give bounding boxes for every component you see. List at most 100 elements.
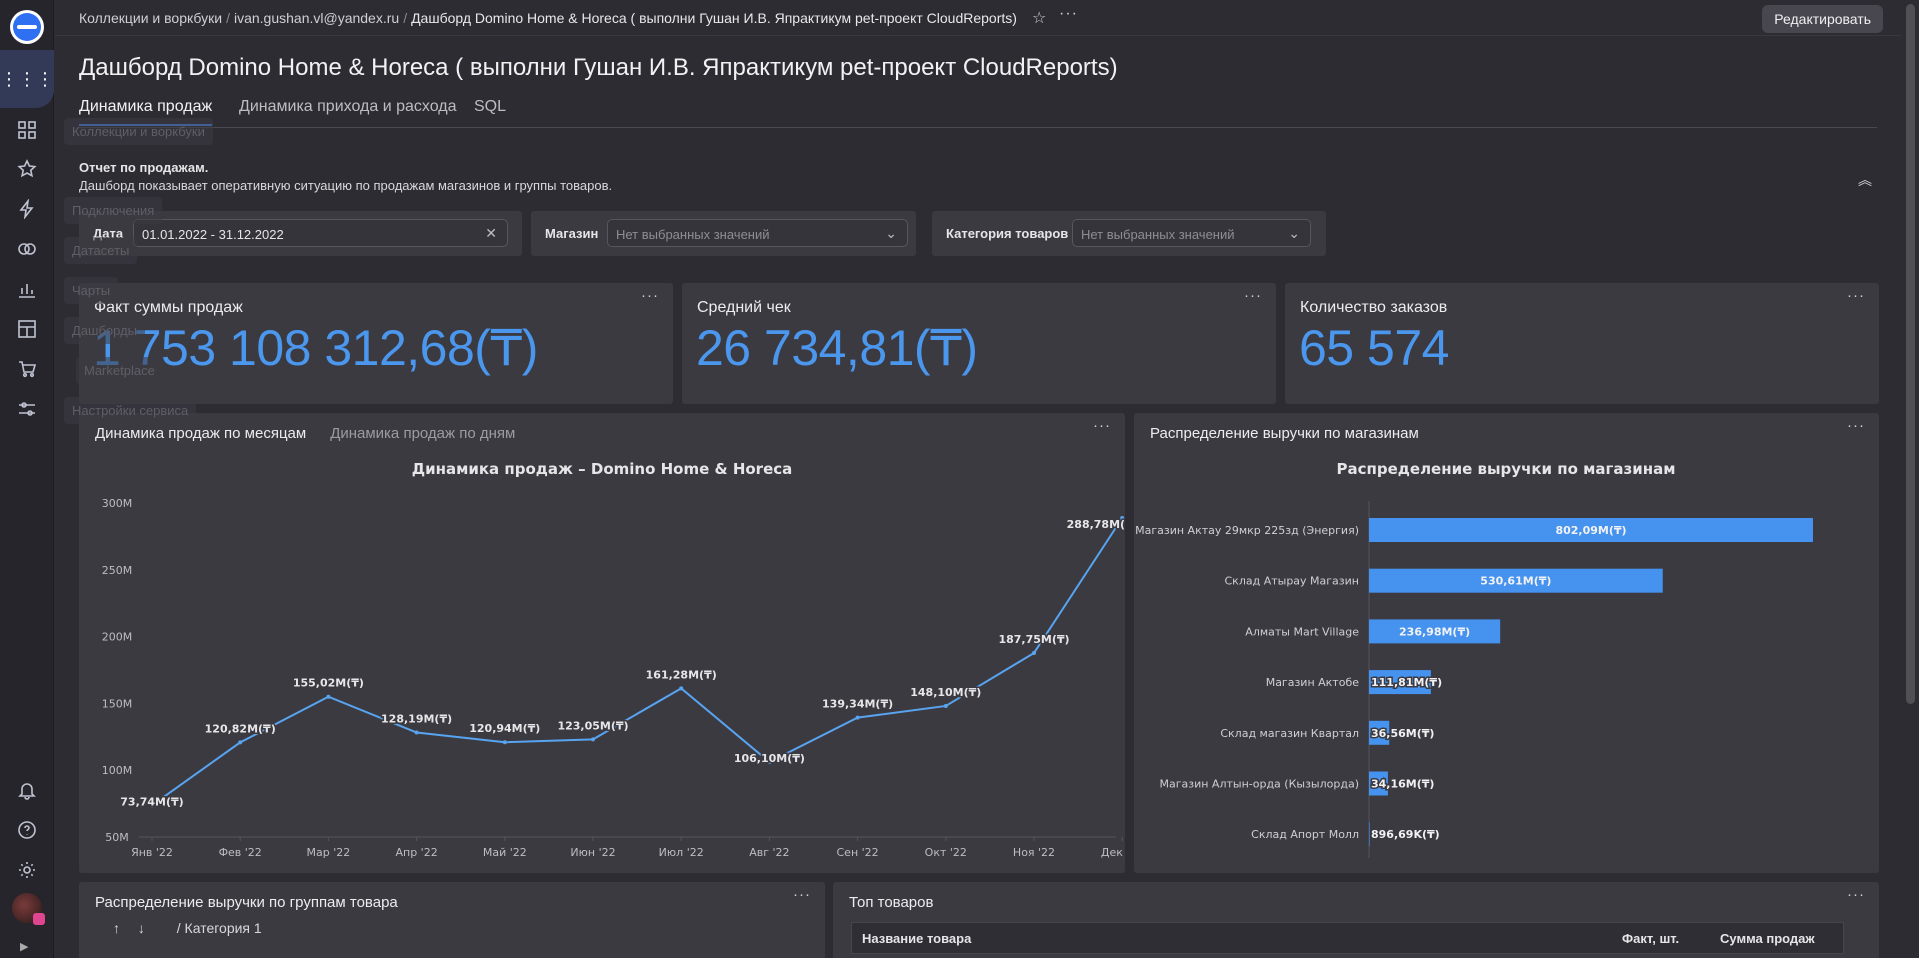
datalens-logo-icon[interactable] <box>10 10 44 44</box>
kpi-card-average-check: ··· Средний чек 26 734,81(₸) <box>682 283 1276 404</box>
top-bar: Коллекции и воркбуки/ivan.gushan.vl@yand… <box>55 0 1901 36</box>
kpi-card-sales-sum: ··· Факт суммы продаж 1 753 108 312,68(₸… <box>79 283 673 404</box>
x-tick-label: Авг '22 <box>749 846 789 859</box>
data-label: 123,05M(₸) <box>557 719 628 732</box>
top-products-widget: ··· Топ товаров Название товара Факт, шт… <box>833 882 1879 958</box>
more-icon[interactable]: ··· <box>1244 287 1262 304</box>
more-icon[interactable]: ··· <box>1847 287 1865 304</box>
y-tick-label: 300M <box>102 497 133 510</box>
report-title: Отчет по продажам. <box>79 160 208 175</box>
breadcrumb-root[interactable]: Коллекции и воркбуки <box>79 10 222 26</box>
arrow-up-icon[interactable]: ↑ <box>113 920 120 936</box>
x-tick-label: Апр '22 <box>395 846 437 859</box>
kpi-card-orders-count: ··· Количество заказов 65 574 <box>1285 283 1879 404</box>
store-filter-label: Магазин <box>545 226 598 241</box>
column-sales-sum[interactable]: Сумма продаж <box>1720 931 1815 946</box>
settings-sliders-icon[interactable] <box>15 397 39 421</box>
store-filter: Магазин Нет выбранных значений ⌄ <box>531 211 916 256</box>
category-label: Склад Атырау Магазин <box>1225 575 1360 588</box>
more-icon[interactable]: ··· <box>641 287 659 304</box>
breadcrumb-user[interactable]: ivan.gushan.vl@yandex.ru <box>234 10 399 26</box>
data-label: 73,74M(₸) <box>120 795 183 808</box>
page-title: Дашборд Domino Home & Horeca ( выполни Г… <box>79 54 1118 82</box>
avatar[interactable] <box>12 893 42 923</box>
page-scrollbar[interactable] <box>1901 0 1919 958</box>
date-range-value: 01.01.2022 - 31.12.2022 <box>142 227 284 242</box>
x-tick-label: Фев '22 <box>219 846 262 859</box>
column-product-name[interactable]: Название товара <box>862 931 971 946</box>
y-tick-label: 150M <box>102 697 133 710</box>
category-path[interactable]: / Категория 1 <box>177 920 262 936</box>
data-label: 106,10M(₸) <box>734 752 805 765</box>
data-label: 530,61M(₸) <box>1480 575 1551 588</box>
help-icon[interactable] <box>15 818 39 842</box>
favorites-star-icon[interactable] <box>15 157 39 181</box>
data-point <box>679 686 683 690</box>
sales-dynamics-widget: ··· Динамика продаж по месяцамДинамика п… <box>79 413 1125 873</box>
product-groups-widget: ··· Распределение выручки по группам тов… <box>79 882 825 958</box>
store-placeholder: Нет выбранных значений <box>616 227 770 242</box>
y-tick-label: 50M <box>105 831 129 844</box>
category-label: Магазин Актау 29мкр 225зд (Энергия) <box>1135 524 1359 537</box>
notifications-bell-icon[interactable] <box>15 778 39 802</box>
data-point <box>1032 651 1036 655</box>
store-bar-chart: Распределение выручки по магазинам Магази… <box>1134 413 1879 873</box>
kpi-title: Количество заказов <box>1300 299 1447 317</box>
category-select[interactable]: Нет выбранных значений ⌄ <box>1072 219 1311 247</box>
collections-icon[interactable] <box>15 118 39 142</box>
chart-title: Динамика продаж – Domino Home & Horeca <box>412 460 793 478</box>
expand-rail-icon[interactable]: ▶ <box>20 940 28 953</box>
more-icon[interactable]: ··· <box>1059 5 1078 23</box>
left-rail: ⋮⋮⋮ ▶ <box>0 0 54 958</box>
data-label: 236,98M(₸) <box>1399 625 1470 638</box>
ghost-nav-charts: Чарты <box>64 277 118 304</box>
data-label: 896,69K(₸) <box>1371 828 1440 841</box>
data-label: 802,09M(₸) <box>1555 524 1626 537</box>
date-range-input[interactable]: 01.01.2022 - 31.12.2022 ✕ <box>133 219 508 247</box>
x-tick-label: Июн '22 <box>570 846 615 859</box>
collapse-chevrons-icon[interactable]: ︽ <box>1858 170 1872 190</box>
category-label: Склад магазин Квартал <box>1220 727 1359 740</box>
data-label: 288,78M(₸) <box>1067 518 1125 531</box>
data-label: 36,56M(₸) <box>1371 727 1434 740</box>
data-label: 128,19M(₸) <box>381 713 452 726</box>
x-tick-label: Май '22 <box>483 846 527 859</box>
clear-icon[interactable]: ✕ <box>485 225 497 242</box>
bar <box>1369 822 1370 846</box>
x-tick-label: Янв '22 <box>131 846 173 859</box>
store-revenue-widget: ··· Распределение выручки по магазинам Р… <box>1134 413 1879 873</box>
data-label: 148,10M(₸) <box>910 686 981 699</box>
scrollbar-thumb[interactable] <box>1906 4 1915 704</box>
datasets-icon[interactable] <box>15 237 39 261</box>
dashboard-tabs: Динамика продаж Динамика прихода и расхо… <box>79 98 1877 128</box>
chevron-down-icon[interactable]: ⌄ <box>885 225 897 242</box>
category-label: Алматы Mart Village <box>1245 625 1359 638</box>
tree-tools: ↑ ↓ / Категория 1 <box>113 920 262 936</box>
connections-bolt-icon[interactable] <box>15 197 39 221</box>
more-icon[interactable]: ··· <box>1847 886 1865 903</box>
store-select[interactable]: Нет выбранных значений ⌄ <box>607 219 908 247</box>
data-label: 120,82M(₸) <box>205 722 276 735</box>
dashboards-icon[interactable] <box>15 317 39 341</box>
sales-line-chart: Динамика продаж – Domino Home & Horeca 50… <box>79 413 1125 873</box>
chevron-down-icon[interactable]: ⌄ <box>1288 225 1300 242</box>
ghost-nav-dashboards: Дашборды <box>64 317 145 344</box>
kpi-value: 26 734,81(₸) <box>696 319 978 377</box>
chart-title: Распределение выручки по магазинам <box>1337 460 1676 478</box>
x-tick-label: Сен '22 <box>837 846 879 859</box>
gear-icon[interactable] <box>15 858 39 882</box>
apps-grid-icon[interactable]: ⋮⋮⋮ <box>0 50 54 108</box>
favorite-star-icon[interactable]: ☆ <box>1032 8 1046 28</box>
more-icon[interactable]: ··· <box>793 886 811 903</box>
charts-icon[interactable] <box>15 277 39 301</box>
arrow-down-icon[interactable]: ↓ <box>138 920 145 936</box>
tab-income-expense[interactable]: Динамика прихода и расхода <box>239 98 456 124</box>
report-description: Дашборд показывает оперативную ситуацию … <box>79 178 612 193</box>
edit-button[interactable]: Редактировать <box>1762 5 1883 33</box>
marketplace-cart-icon[interactable] <box>15 357 39 381</box>
tab-sql[interactable]: SQL <box>474 98 506 124</box>
data-label: 155,02M(₸) <box>293 677 364 690</box>
x-tick-label: Ноя '22 <box>1013 846 1055 859</box>
series-line <box>152 518 1122 805</box>
column-fact-qty[interactable]: Факт, шт. <box>1622 931 1679 946</box>
